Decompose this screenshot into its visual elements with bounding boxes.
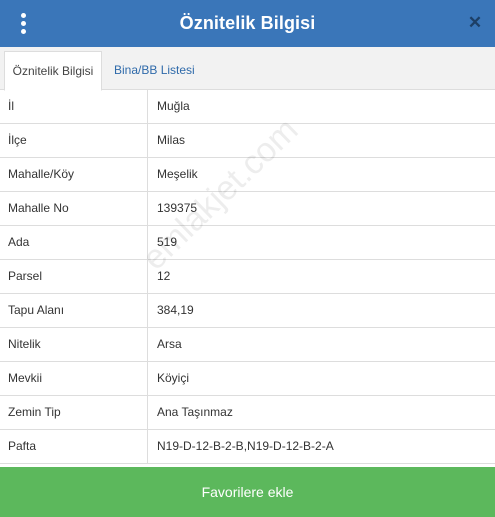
tab-bar: Öznitelik Bilgisi Bina/BB Listesi — [0, 47, 495, 91]
row-label: Mahalle/Köy — [0, 158, 148, 191]
table-row: Mahalle/Köy Meşelik — [0, 158, 495, 192]
row-label: Parsel — [0, 260, 148, 293]
row-value: Arsa — [157, 337, 182, 351]
table-row: Nitelik Arsa — [0, 328, 495, 362]
row-value: 384,19 — [157, 303, 194, 317]
row-value: Ana Taşınmaz — [157, 405, 233, 419]
row-value: 519 — [157, 235, 178, 249]
row-value: 139375 — [157, 201, 198, 215]
table-row: Zemin Tip Ana Taşınmaz — [0, 396, 495, 430]
row-label: Ada — [0, 226, 148, 259]
table-row: Pafta N19-D-12-B-2-B,N19-D-12-B-2-A — [0, 430, 495, 464]
row-value: Muğla — [157, 99, 190, 113]
dialog-header: Öznitelik Bilgisi ✕ — [0, 0, 495, 47]
row-value: 12 — [157, 269, 171, 283]
attribute-table: İl Muğla İlçe Milas Mahalle/Köy Meşelik … — [0, 90, 495, 464]
row-value: Meşelik — [157, 167, 198, 181]
row-label: İlçe — [0, 124, 148, 157]
tab-oznitelik-bilgisi[interactable]: Öznitelik Bilgisi — [4, 51, 102, 91]
table-row: Mahalle No 139375 — [0, 192, 495, 226]
add-to-favorites-button[interactable]: Favorilere ekle — [0, 467, 495, 517]
row-label: Mevkii — [0, 362, 148, 395]
row-value: N19-D-12-B-2-B,N19-D-12-B-2-A — [157, 439, 334, 453]
row-value: Milas — [157, 133, 186, 147]
table-row: Ada 519 — [0, 226, 495, 260]
close-icon[interactable]: ✕ — [465, 12, 485, 34]
table-row: Parsel 12 — [0, 260, 495, 294]
table-row: Tapu Alanı 384,19 — [0, 294, 495, 328]
row-label: Pafta — [0, 430, 148, 463]
row-label: Mahalle No — [0, 192, 148, 225]
tab-bina-bb-listesi[interactable]: Bina/BB Listesi — [114, 51, 195, 90]
row-value: Köyiçi — [157, 371, 190, 385]
row-label: İl — [0, 90, 148, 123]
table-row: İlçe Milas — [0, 124, 495, 158]
table-row: Mevkii Köyiçi — [0, 362, 495, 396]
dialog-title: Öznitelik Bilgisi — [179, 13, 316, 33]
table-row: İl Muğla — [0, 90, 495, 124]
row-label: Nitelik — [0, 328, 148, 361]
row-label: Tapu Alanı — [0, 294, 148, 327]
row-label: Zemin Tip — [0, 396, 148, 429]
more-vertical-icon[interactable] — [14, 11, 32, 35]
